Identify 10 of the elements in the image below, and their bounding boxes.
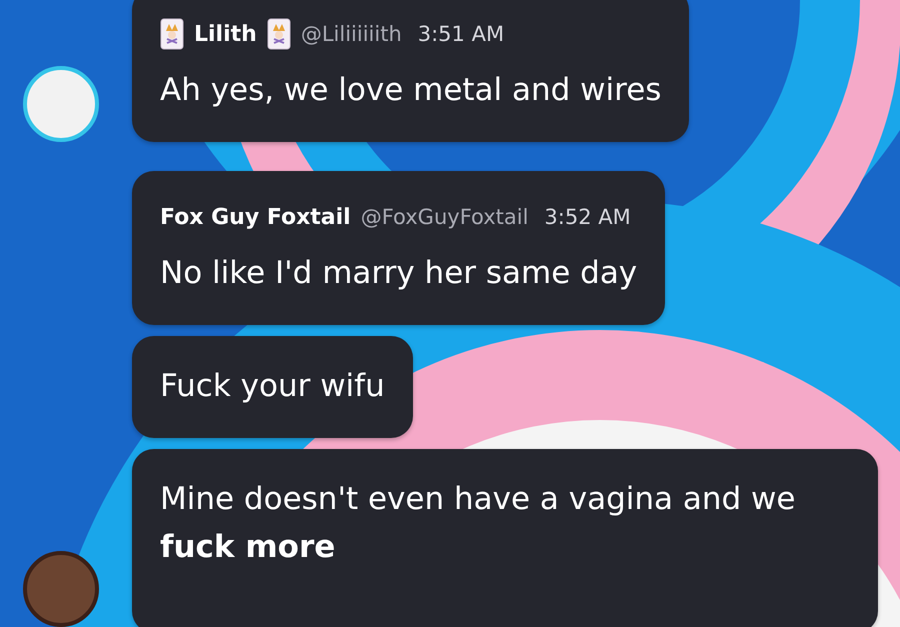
message-text: Fuck your wifu (160, 367, 385, 406)
author-name[interactable]: Lilith (194, 22, 257, 46)
message-text: Mine doesn't even have a vagina and we fuck more (160, 480, 796, 567)
author-name[interactable]: Fox Guy Foxtail (160, 204, 351, 230)
author-handle: @Liliiiiiith (300, 22, 402, 46)
message-text: Ah yes, we love metal and wires (160, 71, 662, 110)
message-time: 3:51 AM (418, 22, 504, 46)
author-handle: @FoxGuyFoxtail (360, 205, 528, 229)
message-text: No like I'd marry her same day (160, 254, 638, 293)
message-time: 3:52 AM (544, 205, 631, 229)
